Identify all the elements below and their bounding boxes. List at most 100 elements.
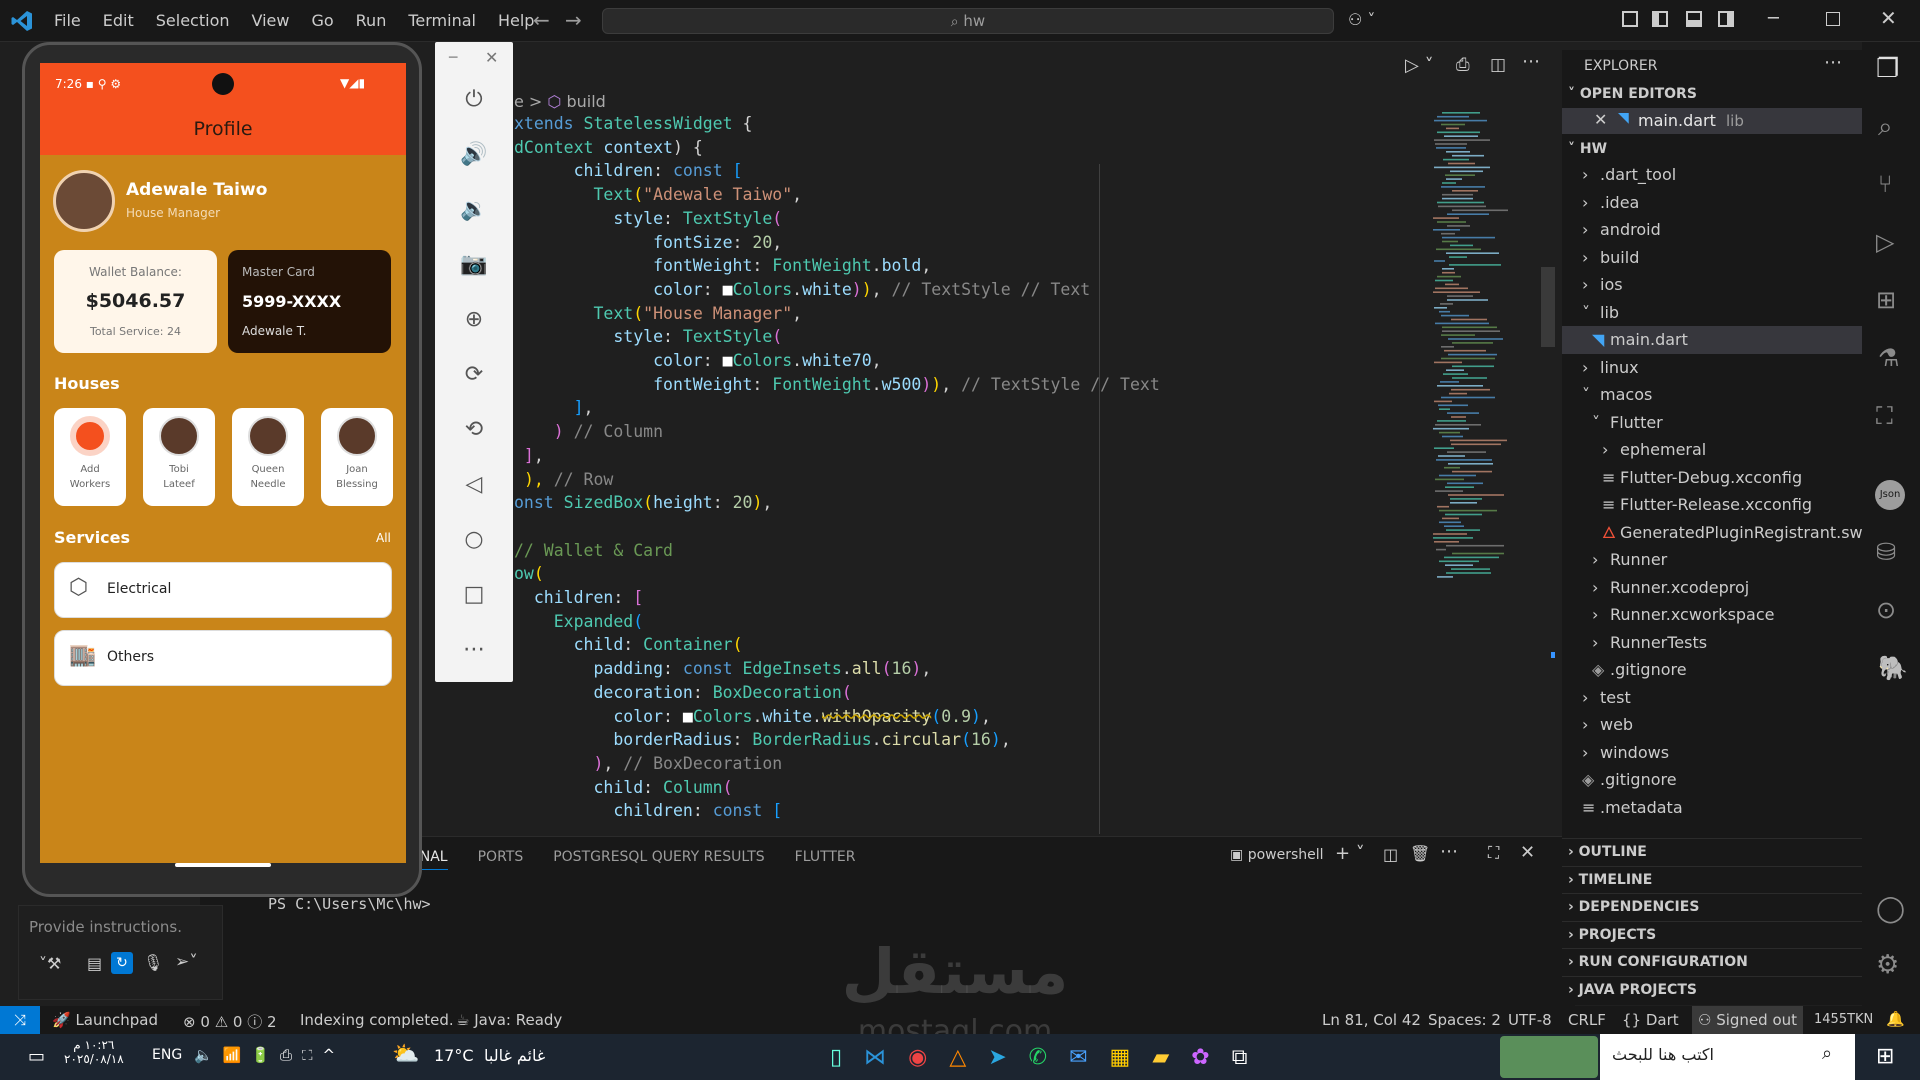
encoding[interactable]: UTF-8 bbox=[1508, 1011, 1552, 1029]
tools-icon[interactable]: ˅⚒ bbox=[39, 954, 61, 973]
send-icon[interactable]: ➢˅ bbox=[175, 952, 198, 972]
minimap[interactable] bbox=[1425, 112, 1540, 592]
open-editors-header[interactable]: ˅ OPEN EDITORS bbox=[1568, 86, 1697, 102]
tray-icons[interactable]: 🔈📶🔋⎙⛶^ bbox=[194, 1046, 345, 1064]
open-editor-item[interactable]: ✕ ◥ main.dart lib bbox=[1562, 108, 1862, 134]
panel-tab-ports[interactable]: PORTS bbox=[478, 849, 524, 870]
emulator-more-icon[interactable]: ⋯ bbox=[435, 622, 513, 677]
services-all-link[interactable]: All bbox=[376, 531, 391, 545]
source-control-icon[interactable]: ⑂ bbox=[1878, 170, 1892, 198]
home-icon[interactable]: ○ bbox=[435, 512, 513, 567]
minimize-icon[interactable]: ─ bbox=[1768, 8, 1779, 29]
taskbar-search-box[interactable]: اكتب هنا للبحث ⌕ bbox=[1600, 1034, 1855, 1080]
tree-item[interactable]: › build bbox=[1562, 244, 1862, 272]
house-card[interactable]: Queen Needle bbox=[232, 408, 304, 506]
split-terminal-icon[interactable]: ◫ bbox=[1383, 845, 1398, 864]
menu-file[interactable]: File bbox=[54, 11, 81, 30]
remote-indicator-icon[interactable]: ⤨ bbox=[0, 1006, 40, 1034]
explorer-icon[interactable]: ❐ bbox=[1876, 54, 1899, 84]
tree-item[interactable]: › android bbox=[1562, 216, 1862, 244]
launchpad-item[interactable]: 🚀 Launchpad bbox=[52, 1011, 158, 1029]
tree-item[interactable]: ◈ .gitignore bbox=[1562, 656, 1862, 684]
file-explorer-icon[interactable]: ▰ bbox=[1152, 1045, 1169, 1070]
wallet-card[interactable]: Wallet Balance: $5046.57 Total Service: … bbox=[54, 250, 217, 353]
tree-item[interactable]: › Runner.xcworkspace bbox=[1562, 601, 1862, 629]
menu-terminal[interactable]: Terminal bbox=[408, 11, 476, 30]
house-card[interactable]: Add Workers bbox=[54, 408, 126, 506]
rotate-right-icon[interactable]: ⟳ bbox=[435, 347, 513, 402]
service-item[interactable]: 🏬 Others bbox=[54, 630, 392, 686]
copilot-status[interactable]: ⚇ Signed out bbox=[1692, 1006, 1804, 1034]
language-mode[interactable]: {} Dart bbox=[1622, 1011, 1679, 1029]
maximize-icon[interactable] bbox=[1826, 12, 1840, 26]
explorer-more-icon[interactable]: ⋯ bbox=[1824, 52, 1842, 73]
problems-item[interactable]: ⊗ 0 ⚠ 0 ⓘ 2 bbox=[183, 1011, 277, 1032]
microphone-icon[interactable]: 🎙 bbox=[143, 953, 163, 972]
tree-item[interactable]: › RunnerTests bbox=[1562, 629, 1862, 657]
database-icon[interactable]: ⛁ bbox=[1876, 538, 1896, 566]
master-card[interactable]: Master Card 5999-XXXX Adewale T. bbox=[228, 250, 391, 353]
layout-customize-icon[interactable] bbox=[1622, 11, 1638, 27]
chrome-icon[interactable]: ◉ bbox=[908, 1045, 927, 1070]
tree-item[interactable]: ≡ .metadata bbox=[1562, 794, 1862, 822]
panel-tab-flutter[interactable]: FLUTTER bbox=[795, 849, 856, 870]
tree-item[interactable]: ◥ main.dart bbox=[1562, 326, 1862, 354]
tree-item[interactable]: ≡ Flutter-Debug.xcconfig bbox=[1562, 464, 1862, 492]
terminal-shell[interactable]: ▣ powershell bbox=[1230, 847, 1324, 863]
new-terminal-icon[interactable]: + ˅ bbox=[1335, 843, 1365, 864]
weather-text[interactable]: غائم غالبا bbox=[484, 1046, 545, 1065]
extensions-icon[interactable]: ⊞ bbox=[1876, 286, 1896, 314]
task-view-icon[interactable]: ⧉ bbox=[1232, 1045, 1248, 1070]
indentation[interactable]: Spaces: 2 bbox=[1428, 1011, 1501, 1029]
section-java-projects[interactable]: › JAVA PROJECTS bbox=[1562, 975, 1862, 1004]
tree-item[interactable]: › windows bbox=[1562, 739, 1862, 767]
token-count[interactable]: 1455TKN bbox=[1814, 1012, 1873, 1027]
camera-icon[interactable]: 📷 bbox=[435, 237, 513, 292]
remote-explorer-icon[interactable]: ⛶ bbox=[1876, 402, 1893, 430]
section-timeline[interactable]: › TIMELINE bbox=[1562, 865, 1862, 894]
close-panel-icon[interactable]: ✕ bbox=[1520, 842, 1535, 863]
menu-selection[interactable]: Selection bbox=[156, 11, 230, 30]
menu-edit[interactable]: Edit bbox=[103, 11, 134, 30]
tree-item[interactable]: › web bbox=[1562, 711, 1862, 739]
toggle-secondary-sidebar-icon[interactable] bbox=[1718, 11, 1734, 27]
close-window-icon[interactable]: ✕ bbox=[1880, 6, 1897, 30]
cursor-position[interactable]: Ln 81, Col 42 bbox=[1322, 1011, 1421, 1029]
search-highlight-image[interactable] bbox=[1500, 1036, 1598, 1078]
volume-up-icon[interactable]: 🔊 bbox=[435, 127, 513, 182]
notifications-icon[interactable]: 🔔 bbox=[1886, 1010, 1905, 1028]
tree-item[interactable]: › Runner.xcodeproj bbox=[1562, 574, 1862, 602]
section-outline[interactable]: › OUTLINE bbox=[1562, 838, 1862, 866]
tree-item[interactable]: ◈ .gitignore bbox=[1562, 766, 1862, 794]
device-icon[interactable]: ⎙ bbox=[1456, 55, 1470, 75]
copilot-taskbar-icon[interactable]: ✿ bbox=[1191, 1045, 1209, 1070]
power-icon[interactable]: ⏻ bbox=[435, 72, 513, 127]
trash-icon[interactable]: 🗑 bbox=[1410, 844, 1430, 863]
overview-icon[interactable]: □ bbox=[435, 567, 513, 622]
tree-item[interactable]: › Runner bbox=[1562, 546, 1862, 574]
run-icon[interactable]: ▷ ˅ bbox=[1405, 55, 1434, 76]
tree-item[interactable]: ˅ Flutter bbox=[1562, 409, 1862, 437]
toggle-sidebar-icon[interactable] bbox=[1652, 11, 1668, 27]
java-status[interactable]: ☕ Java: Ready bbox=[456, 1011, 562, 1029]
postgres-icon[interactable]: 🐘 bbox=[1878, 654, 1908, 682]
vscode-taskbar-icon[interactable]: ⋈ bbox=[864, 1045, 886, 1070]
house-card[interactable]: Joan Blessing bbox=[321, 408, 393, 506]
panel-tab-postgresql-query-results[interactable]: POSTGRESQL QUERY RESULTS bbox=[553, 849, 764, 870]
tree-item[interactable]: › ios bbox=[1562, 271, 1862, 299]
house-card[interactable]: Tobi Lateef bbox=[143, 408, 215, 506]
maximize-panel-icon[interactable]: ⛶ bbox=[1488, 843, 1499, 863]
more-actions-icon[interactable]: ⋯ bbox=[1522, 51, 1540, 72]
telegram-icon[interactable]: ➤ bbox=[988, 1045, 1006, 1070]
language-indicator[interactable]: ENG bbox=[152, 1047, 182, 1063]
tree-item[interactable]: › test bbox=[1562, 684, 1862, 712]
copilot-icon[interactable]: ⚇ ˅ bbox=[1348, 10, 1375, 29]
volume-down-icon[interactable]: 🔉 bbox=[435, 182, 513, 237]
whatsapp-icon[interactable]: ✆ bbox=[1029, 1045, 1047, 1070]
settings-gear-icon[interactable]: ⚙ bbox=[1876, 950, 1899, 980]
toggle-panel-icon[interactable] bbox=[1686, 11, 1702, 27]
testing-icon[interactable]: ⚗ bbox=[1878, 344, 1900, 372]
vlc-icon[interactable]: △ bbox=[949, 1045, 966, 1070]
weather-temp[interactable]: 17°C bbox=[434, 1046, 474, 1065]
code-editor[interactable]: xtends StatelessWidget {dContext context… bbox=[510, 112, 1410, 837]
